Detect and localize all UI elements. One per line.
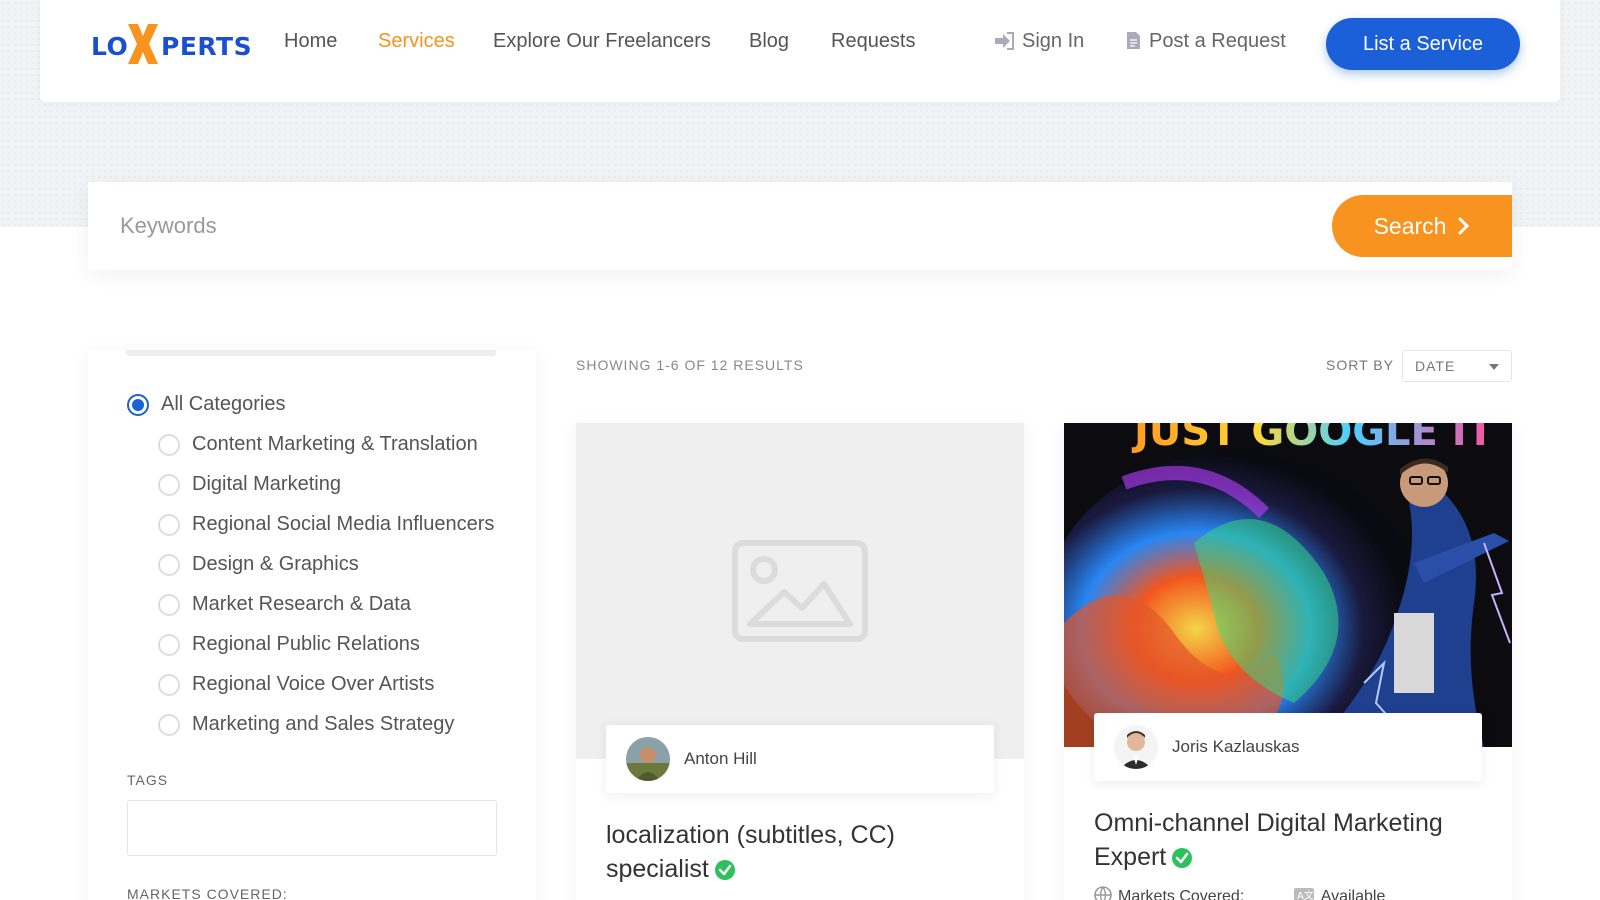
category-label: Digital Marketing xyxy=(192,473,341,495)
card-title-line-verified: Expert xyxy=(1094,840,1494,874)
radio-unchecked[interactable] xyxy=(158,633,180,656)
globe-icon xyxy=(1094,886,1112,900)
radio-unchecked[interactable] xyxy=(158,433,180,456)
card-title-line-verified: specialist xyxy=(606,852,1006,886)
logo[interactable]: LO PERTS xyxy=(91,20,252,66)
avatar-image xyxy=(1114,725,1158,769)
tags-label: TAGS xyxy=(127,772,169,788)
image-placeholder-icon xyxy=(732,540,868,642)
document-icon xyxy=(1127,32,1140,49)
tags-input[interactable] xyxy=(127,800,497,856)
card-image-placeholder[interactable] xyxy=(576,423,1024,759)
category-label: All Categories xyxy=(161,393,286,415)
category-label: Regional Public Relations xyxy=(192,633,420,655)
radio-unchecked[interactable] xyxy=(158,473,180,496)
radio-unchecked[interactable] xyxy=(158,553,180,576)
author-box[interactable]: Joris Kazlauskas xyxy=(1094,713,1482,781)
card-title[interactable]: Omni-channel Digital Marketing Expert xyxy=(1094,806,1494,874)
sort-select[interactable]: DATE xyxy=(1402,350,1512,382)
site-header: LO PERTS Home Services Explore Our Freel… xyxy=(40,0,1560,102)
category-label: Regional Social Media Influencers xyxy=(192,513,495,535)
logo-x-icon xyxy=(128,24,158,64)
card-title-line: localization (subtitles, CC) xyxy=(606,821,895,849)
post-request-link[interactable]: Post a Request xyxy=(1126,30,1286,53)
caret-down-icon xyxy=(1489,364,1499,370)
logo-text-right: PERTS xyxy=(161,32,253,61)
post-request-label: Post a Request xyxy=(1149,30,1286,52)
card-title[interactable]: localization (subtitles, CC) specialist xyxy=(606,818,1006,886)
filter-sidebar: All Categories Content Marketing & Trans… xyxy=(88,350,536,900)
available-meta: Available xyxy=(1320,888,1386,900)
category-public-relations[interactable]: Regional Public Relations xyxy=(158,633,420,656)
sign-in-icon xyxy=(995,32,1014,50)
author-name[interactable]: Joris Kazlauskas xyxy=(1172,737,1300,757)
category-label: Regional Voice Over Artists xyxy=(192,673,435,695)
list-service-button[interactable]: List a Service xyxy=(1326,18,1520,70)
nav-requests[interactable]: Requests xyxy=(831,30,916,53)
radio-checked[interactable] xyxy=(127,393,149,416)
category-label: Marketing and Sales Strategy xyxy=(192,713,455,735)
search-button-label: Search xyxy=(1373,212,1447,239)
avatar[interactable] xyxy=(626,737,670,781)
avatar[interactable] xyxy=(1114,725,1158,769)
radio-unchecked[interactable] xyxy=(158,593,180,616)
category-label: Market Research & Data xyxy=(192,593,411,615)
sign-in-link[interactable]: Sign In xyxy=(994,30,1084,53)
sort-by-label: SORT BY xyxy=(1326,357,1394,373)
category-voice-over-artists[interactable]: Regional Voice Over Artists xyxy=(158,673,434,696)
category-label: Content Marketing & Translation xyxy=(192,433,478,455)
chevron-right-icon xyxy=(1458,217,1470,235)
author-box[interactable]: Anton Hill xyxy=(606,725,994,793)
markets-covered-label: MARKETS COVERED: xyxy=(127,886,288,900)
verified-icon xyxy=(714,860,735,880)
svg-text:A文: A文 xyxy=(1297,889,1314,900)
translate-icon: A文 xyxy=(1293,888,1314,900)
nav-services[interactable]: Services xyxy=(378,30,455,53)
service-card[interactable]: JUST GOOGLE IT Joris Kazlauskas Omni-cha… xyxy=(1064,423,1512,900)
avatar-image xyxy=(626,737,670,781)
category-label: Design & Graphics xyxy=(192,553,359,575)
keywords-input[interactable] xyxy=(120,204,1270,248)
markets-covered-meta: Markets Covered: xyxy=(1118,888,1245,900)
sort-value: DATE xyxy=(1415,358,1456,374)
category-market-research[interactable]: Market Research & Data xyxy=(158,593,411,616)
nav-blog[interactable]: Blog xyxy=(749,30,789,53)
artwork-text: JUST GOOGLE IT xyxy=(1131,423,1495,455)
category-design-graphics[interactable]: Design & Graphics xyxy=(158,553,359,576)
author-name[interactable]: Anton Hill xyxy=(684,749,757,769)
category-sales-strategy[interactable]: Marketing and Sales Strategy xyxy=(158,713,454,736)
logo-text-left: LO xyxy=(91,32,129,61)
nav-home[interactable]: Home xyxy=(284,30,337,53)
card-title-line: Expert xyxy=(1094,843,1167,871)
card-title-line: specialist xyxy=(606,855,709,883)
search-bar: Search xyxy=(88,182,1512,270)
search-button[interactable]: Search xyxy=(1332,195,1512,257)
results-count: SHOWING 1-6 OF 12 RESULTS xyxy=(576,357,804,373)
category-social-media-influencers[interactable]: Regional Social Media Influencers xyxy=(158,513,494,536)
nav-explore-freelancers[interactable]: Explore Our Freelancers xyxy=(493,30,711,53)
service-card[interactable]: Anton Hill localization (subtitles, CC) … xyxy=(576,423,1024,900)
category-content-marketing[interactable]: Content Marketing & Translation xyxy=(158,433,478,456)
radio-unchecked[interactable] xyxy=(158,673,180,696)
sidebar-divider xyxy=(126,350,496,356)
category-all[interactable]: All Categories xyxy=(127,393,286,416)
verified-icon xyxy=(1172,848,1193,868)
radio-unchecked[interactable] xyxy=(158,513,180,536)
card-image[interactable]: JUST GOOGLE IT xyxy=(1064,423,1512,747)
sign-in-label: Sign In xyxy=(1022,30,1085,52)
category-digital-marketing[interactable]: Digital Marketing xyxy=(158,473,341,496)
card-meta: Markets Covered: A文 Available xyxy=(1094,886,1385,900)
card-title-line: Omni-channel Digital Marketing xyxy=(1094,809,1443,837)
radio-unchecked[interactable] xyxy=(158,713,180,736)
psychedelic-artwork-image: JUST GOOGLE IT xyxy=(1064,423,1512,747)
